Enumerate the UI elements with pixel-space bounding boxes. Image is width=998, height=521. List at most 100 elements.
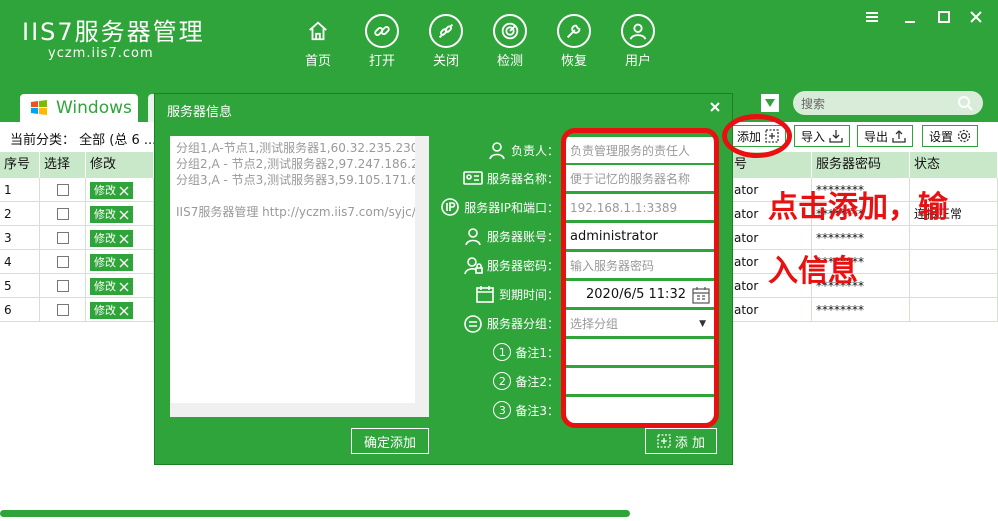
tools-icon [119,258,129,267]
nav-open[interactable]: 打开 [350,14,414,70]
settings-button[interactable]: 设置 [922,125,979,147]
tools-icon [119,306,129,315]
row-checkbox[interactable] [56,280,69,292]
current-category: 当前分类： 全部 (总 6 ... [10,133,157,148]
cell-index: 4 [0,250,40,274]
col-select: 选择 [40,152,86,178]
logo-subtitle: yczm.iis7.com [48,46,154,61]
annotation-line2: 入信息 [768,254,858,289]
annotation-line1: 点击添加，输 [768,190,948,225]
field-note2-label: 2 备注2： [493,368,559,394]
cell-select [40,226,86,250]
edit-button-label: 修改 [94,208,116,221]
edit-button-label: 修改 [94,280,116,293]
link-icon [365,14,399,48]
cell-edit: 修改 [86,250,154,274]
cell-edit: 修改 [86,202,154,226]
tab-windows-label: Windows [56,98,132,118]
nav-close[interactable]: 关闭 [414,14,478,70]
lock-person-icon [464,257,483,275]
edit-button-label: 修改 [94,256,116,269]
edit-button[interactable]: 修改 [90,254,133,271]
text-line: 分组1,A-节点1,测试服务器1,60.32.235.230,ac [176,141,429,155]
close-icon[interactable] [966,8,986,26]
row-checkbox[interactable] [56,304,69,316]
nav-detect[interactable]: 检测 [478,14,542,70]
field-account-label: 服务器账号： [463,223,559,249]
id-card-icon [463,171,483,185]
dialog-title: 服务器信息 [167,105,233,120]
import-button-label: 导入 [801,129,826,144]
cell-index: 1 [0,178,40,202]
batch-import-textarea[interactable]: 分组1,A-节点1,测试服务器1,60.32.235.230,ac 分组2,A … [170,136,429,417]
download-icon [829,130,843,143]
col-password: 服务器密码 [812,152,910,178]
field-note3-label: 3 备注3： [493,397,559,423]
nav-home[interactable]: 首页 [286,14,350,70]
cell-account: ator [730,298,812,322]
search-placeholder: 搜索 [801,96,826,111]
tab-windows[interactable]: Windows [20,94,138,122]
search-input[interactable]: 搜索 [793,91,983,115]
unlink-icon [429,14,463,48]
cell-edit: 修改 [86,226,154,250]
gear-icon [957,129,971,143]
dialog-add-label: 添 加 [674,435,706,451]
cell-status [910,226,998,250]
cell-edit: 修改 [86,274,154,298]
edit-button[interactable]: 修改 [90,230,133,247]
edit-button[interactable]: 修改 [90,206,133,223]
maximize-icon[interactable] [934,8,954,26]
row-checkbox[interactable] [56,184,69,196]
home-icon [301,14,335,48]
cell-select [40,250,86,274]
col-index: 序号 [0,152,40,178]
chevron-down-icon [765,99,775,107]
nav-restore[interactable]: 恢复 [542,14,606,70]
menu-icon[interactable] [862,8,882,26]
edit-button-label: 修改 [94,304,116,317]
col-status: 状态 [910,152,998,178]
field-group-label: 服务器分组： [463,310,559,336]
textarea-vertical-scrollbar[interactable] [415,136,429,417]
import-button[interactable]: 导入 [794,125,851,147]
highlight-oval [722,114,792,158]
field-name-label: 服务器名称： [463,165,559,191]
dialog-close-icon[interactable] [708,100,722,114]
main-nav: 首页 打开 关闭 检测 恢复 用户 [286,14,670,70]
minimize-icon[interactable] [900,8,920,26]
tools-icon [119,282,129,291]
text-line: 分组3,A - 节点3,测试服务器3,59.105.171.69,a [176,173,429,187]
row-checkbox[interactable] [56,256,69,268]
group-dropdown[interactable] [760,93,780,113]
settings-button-label: 设置 [929,129,954,144]
edit-button[interactable]: 修改 [90,302,133,319]
cell-edit: 修改 [86,178,154,202]
cell-edit: 修改 [86,298,154,322]
export-button[interactable]: 导出 [857,125,914,147]
nav-user[interactable]: 用户 [606,14,670,70]
edit-button[interactable]: 修改 [90,278,133,295]
field-owner-label: 负责人： [487,137,559,163]
highlight-rectangle [561,128,719,428]
calendar-icon [476,286,494,303]
row-checkbox[interactable] [56,208,69,220]
wrench-icon [557,14,591,48]
cell-status [910,274,998,298]
horizontal-scrollbar[interactable] [0,510,630,517]
confirm-add-button[interactable]: 确定添加 [351,428,429,454]
cell-select [40,178,86,202]
cell-password: ******** [812,298,910,322]
export-button-label: 导出 [864,129,889,144]
header-bar: IIS7服务器管理 yczm.iis7.com 首页 打开 关闭 检测 恢复 用… [0,0,998,92]
dialog-add-button[interactable]: 添 加 [645,428,717,454]
tools-icon [119,210,129,219]
textarea-horizontal-scrollbar[interactable] [170,403,429,417]
number-2-icon: 2 [493,372,512,390]
search-icon[interactable] [957,95,973,111]
cell-select [40,274,86,298]
detect-icon [493,14,527,48]
edit-button[interactable]: 修改 [90,182,133,199]
cell-index: 3 [0,226,40,250]
row-checkbox[interactable] [56,232,69,244]
